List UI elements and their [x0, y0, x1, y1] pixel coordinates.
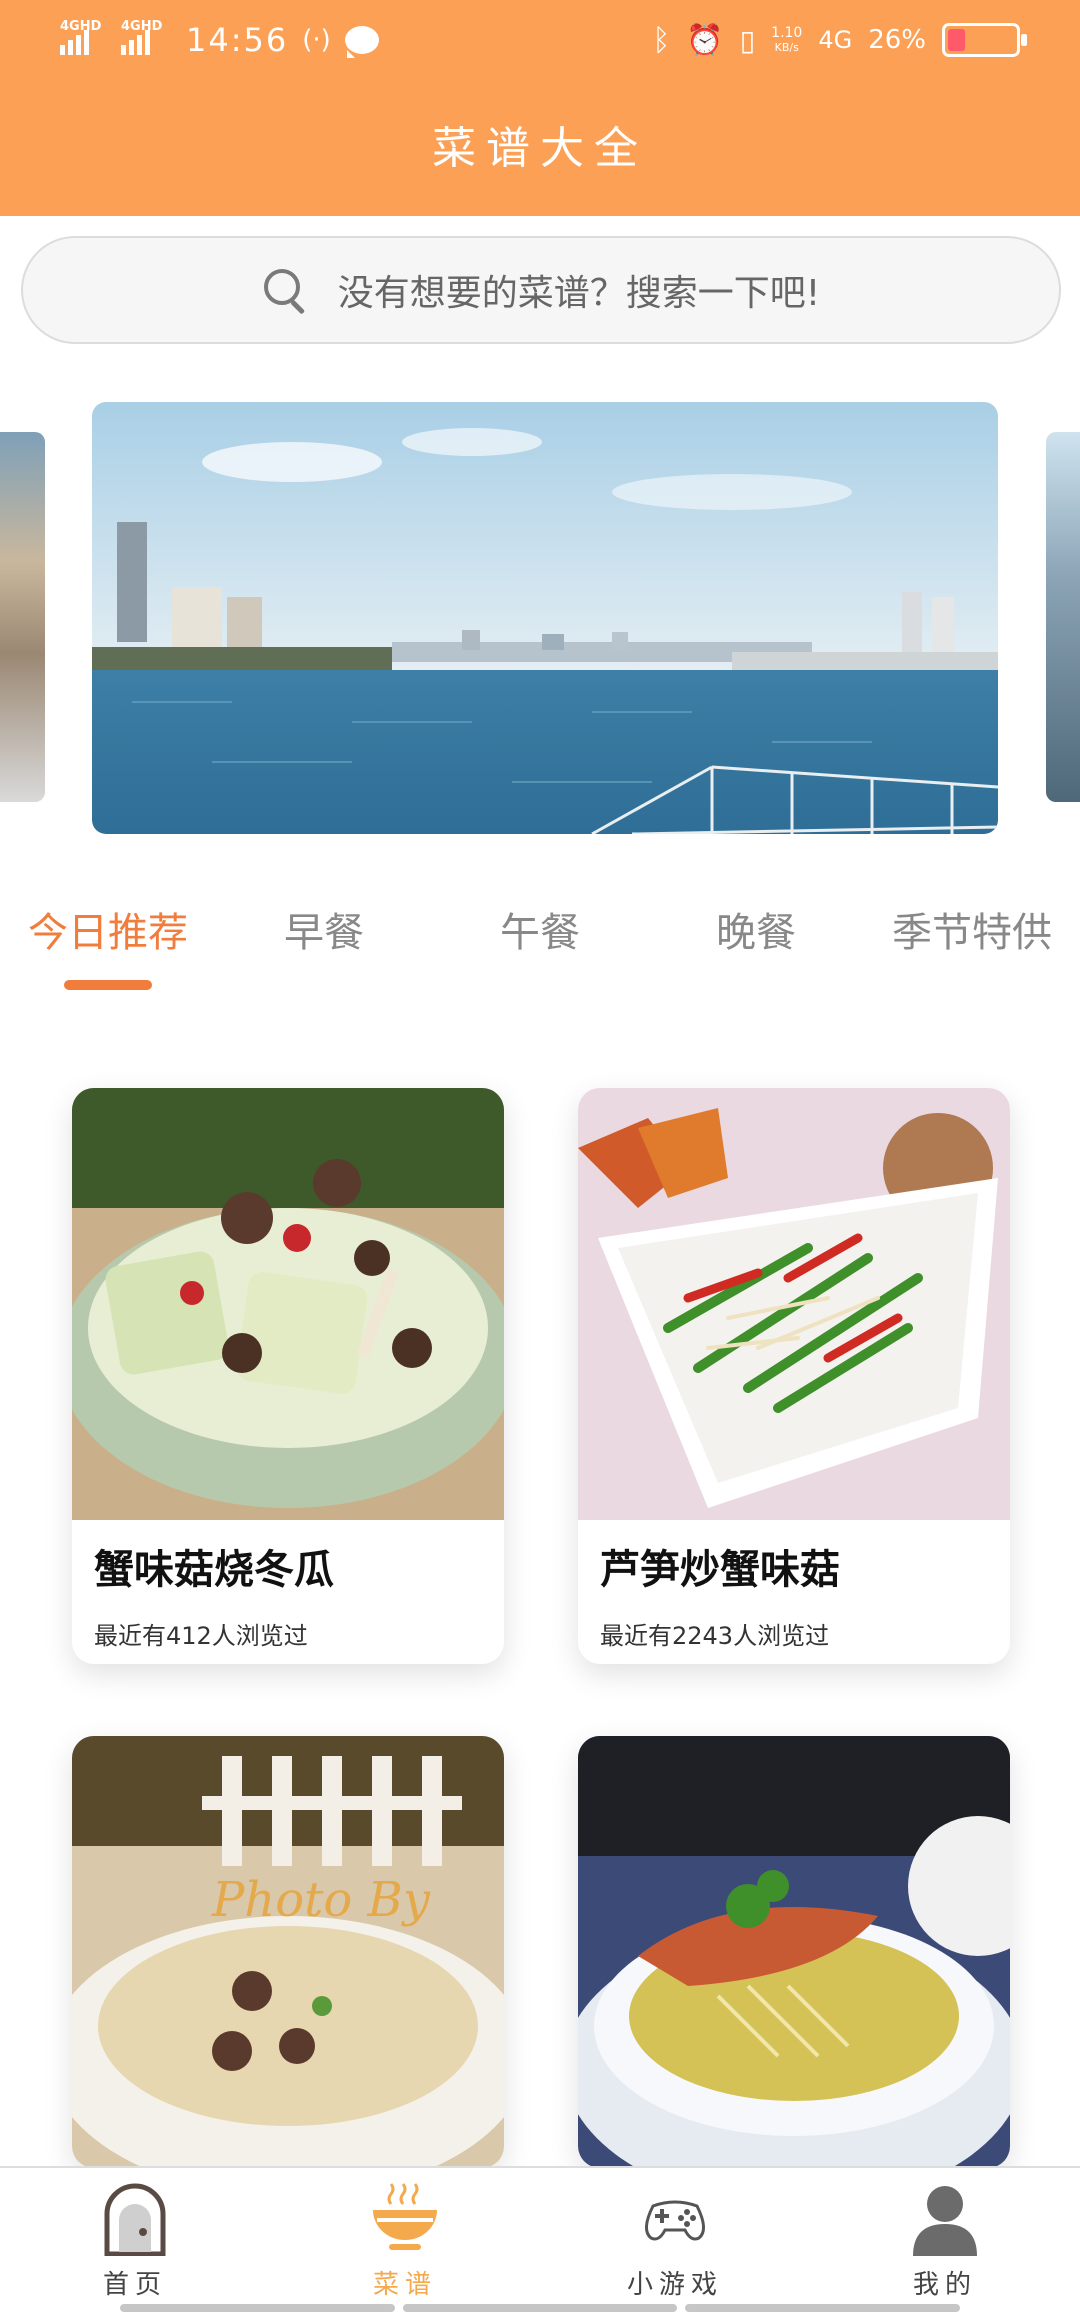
- bottom-nav: 首页 菜谱 小游戏 我的: [0, 2166, 1080, 2316]
- net-speed-unit: KB/s: [774, 40, 799, 54]
- battery-fill: [948, 29, 965, 51]
- tab-dinner[interactable]: 晚餐: [648, 900, 864, 958]
- tab-seasonal[interactable]: 季节特供: [864, 900, 1080, 958]
- recipe-photo: [578, 1088, 1010, 1520]
- nav-item-home[interactable]: 首页: [0, 2180, 270, 2310]
- signal-label: 4GHD: [121, 19, 163, 34]
- nav-item-profile[interactable]: 我的: [810, 2180, 1080, 2310]
- tab-breakfast[interactable]: 早餐: [216, 900, 432, 958]
- search-icon: [262, 267, 308, 313]
- nav-label: 小游戏: [626, 2270, 723, 2300]
- signal-label: 4GHD: [60, 19, 102, 34]
- recipe-card[interactable]: Photo By: [72, 1736, 504, 2168]
- recipe-title: 蟹味菇烧冬瓜: [94, 1547, 334, 1593]
- nav-label: 首页: [102, 2270, 167, 2300]
- tab-today-recommend[interactable]: 今日推荐: [0, 900, 216, 958]
- category-tabs: 今日推荐 早餐 午餐 晚餐 季节特供: [0, 900, 1080, 990]
- nav-item-recipes[interactable]: 菜谱: [270, 2180, 540, 2310]
- recipe-views: 最近有2243人浏览过: [600, 1622, 830, 1650]
- signal-icon: 4GHD: [60, 19, 101, 55]
- net-speed-value: 1.10: [771, 24, 803, 41]
- recipe-card[interactable]: [578, 1736, 1010, 2168]
- clock: 14:56: [186, 21, 289, 59]
- gamepad-icon: [645, 2200, 705, 2241]
- nav-label: 我的: [912, 2270, 977, 2300]
- signal-icon: 4GHD: [121, 19, 162, 55]
- home-door-icon: [104, 2183, 166, 2256]
- bowl-icon: [373, 2183, 437, 2250]
- net-speed: 1.10 KB/s: [771, 26, 802, 55]
- recipe-views: 最近有412人浏览过: [94, 1622, 308, 1650]
- recipe-photo: [578, 1736, 1010, 2168]
- app-header: 4GHD 4GHD 14:56 (·) ᛒ ⏰ ▯ 1.10 KB/s 4G 2…: [0, 0, 1080, 216]
- search-input[interactable]: 没有想要的菜谱？搜索一下吧!: [21, 236, 1061, 344]
- banner-slide[interactable]: [92, 402, 998, 834]
- recipe-card[interactable]: 芦笋炒蟹味菇 最近有2243人浏览过: [578, 1088, 1010, 1664]
- page-title: 菜谱大全: [432, 123, 648, 174]
- search-placeholder: 没有想要的菜谱？搜索一下吧!: [337, 273, 821, 314]
- nav-item-games[interactable]: 小游戏: [540, 2180, 810, 2310]
- recipe-title: 芦笋炒蟹味菇: [600, 1547, 840, 1593]
- battery-icon: [942, 23, 1027, 57]
- nfc-icon: (·): [302, 25, 331, 55]
- recipe-photo: Photo By: [72, 1736, 504, 2168]
- banner-image: [92, 402, 998, 834]
- network-type: 4G: [818, 26, 853, 54]
- user-icon: [913, 2186, 977, 2256]
- alarm-icon: ⏰: [686, 22, 724, 58]
- gesture-bar: [120, 2304, 961, 2312]
- nav-label: 菜谱: [372, 2270, 437, 2300]
- recipe-card[interactable]: 蟹味菇烧冬瓜 最近有412人浏览过: [72, 1088, 504, 1664]
- active-tab-indicator: [64, 980, 152, 990]
- battery-percent: 26%: [868, 25, 926, 55]
- bluetooth-icon: ᛒ: [652, 22, 671, 58]
- status-bar: 4GHD 4GHD 14:56 (·) ᛒ ⏰ ▯ 1.10 KB/s 4G 2…: [0, 0, 1080, 80]
- banner-prev-slide[interactable]: [0, 432, 45, 802]
- vibrate-icon: ▯: [739, 23, 756, 57]
- chat-icon: [344, 26, 379, 58]
- tab-lunch[interactable]: 午餐: [432, 900, 648, 958]
- svg-text:Photo By: Photo By: [211, 1872, 431, 1928]
- banner-next-slide[interactable]: [1046, 432, 1080, 802]
- recipe-photo: [72, 1088, 504, 1520]
